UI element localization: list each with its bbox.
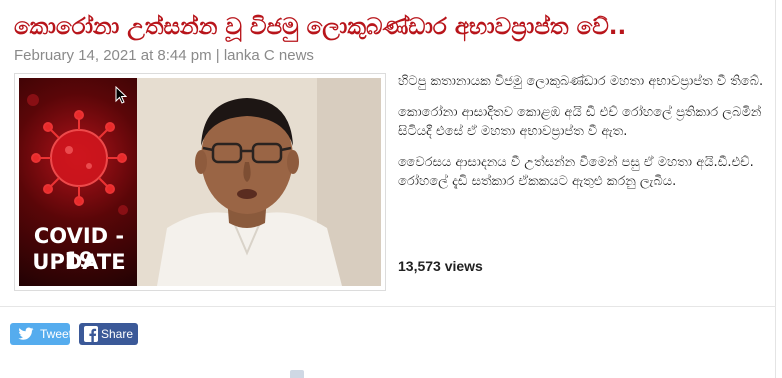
covid-badge-line2: UPDATE <box>32 250 126 274</box>
article-meta: February 14, 2021 at 8:44 pm | lanka C n… <box>14 47 314 64</box>
share-label: Share <box>101 327 134 341</box>
article-container: කොරෝනා උත්සන්න වූ විජමු ලොකුබණ්ඩාර අභාවප… <box>0 0 776 378</box>
facebook-icon <box>84 326 98 342</box>
article-title[interactable]: කොරෝනා උත්සන්න වූ විජමු ලොකුබණ්ඩාර අභාවප… <box>14 12 764 42</box>
partial-image-icon <box>290 370 304 378</box>
tweet-button[interactable]: Tweet <box>10 323 73 345</box>
article-paragraph-1: හිටපු කතානායක විජමු ලොකුබණ්ඩාර මහතා අභාව… <box>398 74 764 89</box>
article-paragraph-2: කොරෝනා ආසාදිතව කොළඹ අයි ඩී එච් රෝහලේ ප්‍… <box>398 105 762 139</box>
facebook-share-button[interactable]: Share <box>79 323 138 345</box>
article-body: හිටපු කතානායක විජමු ලොකුබණ්ඩාර මහතා අභාව… <box>398 72 768 203</box>
article-image-content: COVID - 19 UPDATE <box>19 78 381 286</box>
mouse-cursor-icon <box>115 86 127 104</box>
portrait-photo <box>137 78 381 286</box>
twitter-bird-icon <box>18 327 34 340</box>
view-count: 13,573 views <box>398 258 483 274</box>
article-paragraph-3: වෛරසය ආසාදනය වී උත්සන්න වීමෙන් පසු ඒ මහත… <box>398 155 754 189</box>
covid-update-panel: COVID - 19 UPDATE <box>19 78 137 286</box>
tweet-label: Tweet <box>40 327 73 341</box>
portrait-illustration <box>137 78 381 286</box>
article-image[interactable]: COVID - 19 UPDATE <box>14 73 386 291</box>
share-bar: Tweet Share <box>0 306 776 345</box>
